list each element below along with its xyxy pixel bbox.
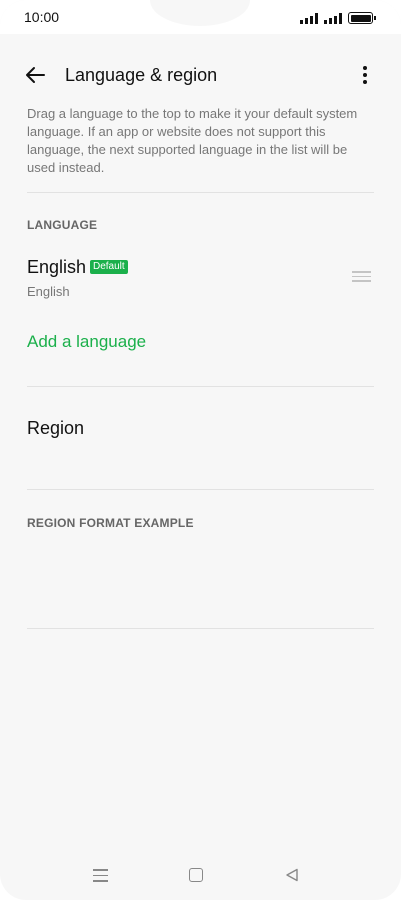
divider <box>27 628 374 629</box>
battery-icon <box>348 12 376 24</box>
arrow-left-icon <box>26 67 45 83</box>
language-list-item[interactable]: English Default English <box>27 254 374 304</box>
drag-handle-icon[interactable] <box>352 271 371 282</box>
status-time: 10:00 <box>24 9 60 25</box>
signal-icon <box>300 13 318 24</box>
divider <box>27 386 374 387</box>
status-icons <box>300 10 376 24</box>
back-button[interactable] <box>22 62 48 88</box>
home-button[interactable] <box>189 868 203 882</box>
language-section-header: LANGUAGE <box>27 218 98 232</box>
add-language-button[interactable]: Add a language <box>27 332 146 352</box>
language-name: English <box>27 257 87 277</box>
more-options-button[interactable] <box>355 62 375 88</box>
region-format-header: REGION FORMAT EXAMPLE <box>27 516 194 530</box>
more-vertical-icon <box>363 66 367 70</box>
status-bar: 10:00 <box>0 0 401 34</box>
divider <box>27 489 374 490</box>
screen: 10:00 Language & region Drag a language … <box>0 0 401 900</box>
navigation-bar <box>0 855 401 895</box>
default-badge: Default <box>90 260 128 274</box>
nav-back-button[interactable] <box>285 868 299 882</box>
language-subtitle: English <box>27 284 70 299</box>
divider <box>27 192 374 193</box>
page-title: Language & region <box>65 65 218 85</box>
recent-apps-button[interactable] <box>93 869 108 882</box>
app-header: Language & region <box>0 52 401 98</box>
signal-icon <box>324 13 342 24</box>
region-item[interactable]: Region <box>27 418 84 439</box>
camera-notch <box>150 0 250 26</box>
language-description: Drag a language to the top to make it yo… <box>27 106 358 175</box>
triangle-back-icon <box>286 868 298 882</box>
